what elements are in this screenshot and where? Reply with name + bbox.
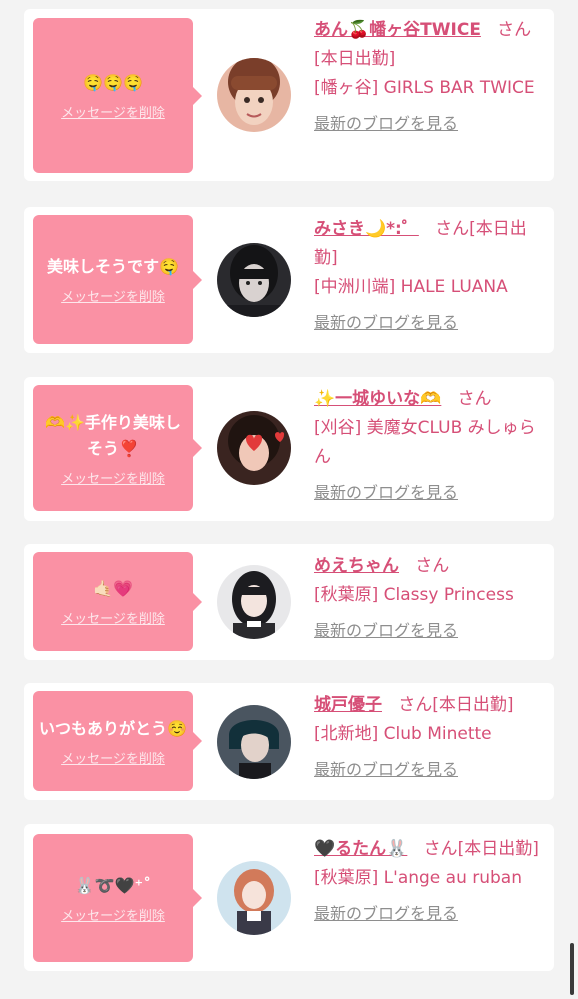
delete-message-link[interactable]: メッセージを削除 <box>61 102 165 121</box>
message-card: 🐰➰🖤⁺˚ メッセージを削除 🖤るたん🐰 さん[本日出勤] [秋葉原] L'an… <box>24 824 554 971</box>
cast-name-link[interactable]: めえちゃん <box>314 556 399 576</box>
cast-info: ✨一城ゆいな🫶 さん [刈谷] 美魔女CLUB みしゅらん 最新のブログを見る <box>314 385 546 507</box>
honorific: さん <box>435 219 470 239</box>
shop-name: [秋葉原] Classy Princess <box>314 585 514 605</box>
message-text: 🫶✨手作り美味しそう❣️ <box>45 412 181 458</box>
message-text: 美味しそうです🤤 <box>47 257 179 276</box>
view-blog-link[interactable]: 最新のブログを見る <box>314 755 546 784</box>
shop-name: [中洲川端] HALE LUANA <box>314 277 508 297</box>
avatar[interactable] <box>217 705 291 779</box>
shop-name: [刈谷] 美魔女CLUB みしゅらん <box>314 418 536 467</box>
status-label: [本日出勤] <box>457 839 539 859</box>
view-blog-link[interactable]: 最新のブログを見る <box>314 109 546 138</box>
cast-name-link[interactable]: 🖤るたん🐰 <box>314 839 407 859</box>
delete-message-link[interactable]: メッセージを削除 <box>61 905 165 924</box>
cast-name-link[interactable]: 城戸優子 <box>314 695 382 715</box>
avatar[interactable] <box>217 58 291 132</box>
message-bubble: いつもありがとう☺️ メッセージを削除 <box>33 691 202 791</box>
shop-name: [北新地] Club Minette <box>314 724 492 744</box>
honorific: さん <box>423 839 458 859</box>
message-text: 🤤🤤🤤 <box>83 73 143 92</box>
honorific: さん <box>497 20 532 40</box>
message-bubble: 🫶✨手作り美味しそう❣️ メッセージを削除 <box>33 385 202 511</box>
message-text: いつもありがとう☺️ <box>39 718 187 738</box>
shop-name: [幡ヶ谷] GIRLS BAR TWICE <box>314 78 535 98</box>
message-card: 🤤🤤🤤 メッセージを削除 あん🍒幡ヶ谷TWICE さん [本日出勤] [幡ヶ谷] … <box>24 9 554 181</box>
cast-info: あん🍒幡ヶ谷TWICE さん [本日出勤] [幡ヶ谷] GIRLS BAR TWI… <box>314 16 546 138</box>
avatar-photo <box>217 861 291 935</box>
avatar[interactable] <box>217 243 291 317</box>
message-card: いつもありがとう☺️ メッセージを削除 城戸優子 さん[本日出勤] [北新地] … <box>24 683 554 800</box>
message-card: 🫶✨手作り美味しそう❣️ メッセージを削除 ✨一城ゆいな🫶 さん [刈谷] 美魔… <box>24 377 554 521</box>
cast-info: めえちゃん さん [秋葉原] Classy Princess 最新のブログを見る <box>314 552 546 645</box>
message-text: 🐰➰🖤⁺˚ <box>74 875 152 895</box>
avatar-photo <box>217 411 291 485</box>
delete-message-link[interactable]: メッセージを削除 <box>61 608 165 627</box>
avatar-photo <box>217 243 291 317</box>
cast-info: 🖤るたん🐰 さん[本日出勤] [秋葉原] L'ange au ruban 最新の… <box>314 835 546 928</box>
delete-message-link[interactable]: メッセージを削除 <box>61 468 165 487</box>
message-card: 🤙🏻💗 メッセージを削除 めえちゃん さん [秋葉原] Classy Princ… <box>24 544 554 660</box>
avatar[interactable] <box>217 861 291 935</box>
delete-message-link[interactable]: メッセージを削除 <box>61 286 165 305</box>
message-bubble: 🤤🤤🤤 メッセージを削除 <box>33 18 202 173</box>
avatar-photo <box>217 705 291 779</box>
message-bubble: 🤙🏻💗 メッセージを削除 <box>33 552 202 651</box>
cast-info: みさき🌙*:゜ さん[本日出勤] [中洲川端] HALE LUANA 最新のブロ… <box>314 215 546 337</box>
message-text: 🤙🏻💗 <box>93 579 133 598</box>
view-blog-link[interactable]: 最新のブログを見る <box>314 899 546 928</box>
honorific: さん <box>398 695 433 715</box>
message-bubble: 美味しそうです🤤 メッセージを削除 <box>33 215 202 344</box>
avatar-photo <box>217 565 291 639</box>
view-blog-link[interactable]: 最新のブログを見る <box>314 308 546 337</box>
status-label: [本日出勤] <box>314 49 396 69</box>
honorific: さん <box>415 556 450 576</box>
message-card: 美味しそうです🤤 メッセージを削除 みさき🌙*:゜ さん[本日出勤] [中洲川端… <box>24 207 554 353</box>
cast-name-link[interactable]: みさき🌙*:゜ <box>314 219 419 239</box>
message-bubble: 🐰➰🖤⁺˚ メッセージを削除 <box>33 834 202 962</box>
honorific: さん <box>457 389 492 409</box>
avatar[interactable] <box>217 565 291 639</box>
cast-name-link[interactable]: あん🍒幡ヶ谷TWICE <box>314 20 481 40</box>
cast-info: 城戸優子 さん[本日出勤] [北新地] Club Minette 最新のブログを… <box>314 691 546 784</box>
avatar[interactable] <box>217 411 291 485</box>
scrollbar[interactable] <box>570 943 574 995</box>
status-label: [本日出勤] <box>432 695 514 715</box>
message-list: 🤤🤤🤤 メッセージを削除 あん🍒幡ヶ谷TWICE さん[本日出勤] [幡ヶ谷] … <box>0 0 578 999</box>
cast-name-link[interactable]: ✨一城ゆいな🫶 <box>314 389 441 409</box>
view-blog-link[interactable]: 最新のブログを見る <box>314 478 546 507</box>
delete-message-link[interactable]: メッセージを削除 <box>61 748 165 767</box>
avatar-photo <box>217 58 291 132</box>
view-blog-link[interactable]: 最新のブログを見る <box>314 616 546 645</box>
shop-name: [秋葉原] L'ange au ruban <box>314 868 523 888</box>
